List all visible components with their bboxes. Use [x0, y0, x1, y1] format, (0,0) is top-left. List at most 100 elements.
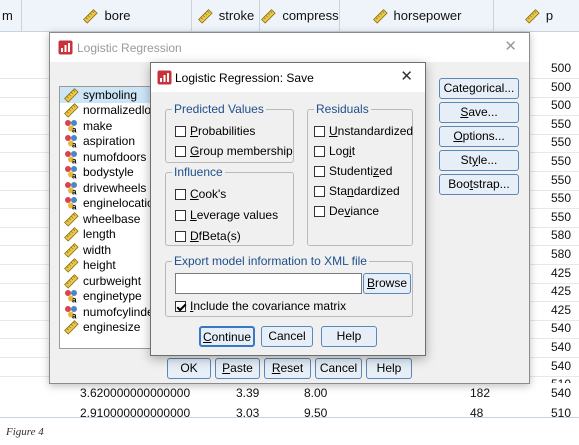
cell-bore[interactable]: 3.620000000000000 [80, 386, 190, 400]
reset-button[interactable]: Reset [264, 358, 311, 379]
predicted-values-label: Predicted Values [172, 102, 266, 116]
leverage-values-checkbox[interactable]: Leverage values [175, 208, 278, 222]
predicted-values-group: Predicted Values Probabilities Group mem… [165, 102, 294, 163]
checkbox-box[interactable] [175, 125, 186, 137]
variable-item[interactable]: height [60, 258, 161, 274]
save-help-button[interactable]: Help [321, 326, 377, 347]
nominal-measure-icon: a [63, 181, 79, 195]
checkbox-box[interactable] [175, 188, 186, 200]
variable-item[interactable]: length [60, 227, 161, 243]
save-button[interactable]: Save... [439, 102, 519, 123]
include-covariance-checkbox[interactable]: Include the covariance matrix [175, 299, 346, 313]
standardized-checkbox[interactable]: Standardized [314, 184, 400, 198]
logit-checkbox[interactable]: Logit [314, 144, 355, 158]
checkbox-box[interactable] [314, 165, 325, 177]
grid-header-horsepower[interactable]: horsepower [340, 0, 494, 32]
variable-item[interactable]: a enginetype [60, 289, 161, 305]
cell-p[interactable]: 540 [551, 340, 571, 354]
variable-item[interactable]: a enginelocatio [60, 196, 161, 212]
table-row[interactable]: 3.620000000000000 3.39 8.00 182 540 [0, 383, 579, 404]
cell-p[interactable]: 540 [551, 321, 571, 335]
checkbox-box[interactable] [314, 185, 325, 197]
continue-button[interactable]: Continue [199, 326, 255, 347]
variable-item[interactable]: curbweight [60, 273, 161, 289]
cell-stroke[interactable]: 3.03 [236, 406, 259, 417]
cell-p[interactable]: 500 [551, 98, 571, 112]
variable-item[interactable]: enginesize [60, 320, 161, 336]
checkbox-box[interactable] [175, 209, 186, 221]
xml-file-input[interactable] [175, 273, 362, 294]
cooks-checkbox[interactable]: Cook's [175, 187, 226, 201]
variable-item[interactable]: symboling [60, 87, 161, 103]
variable-item[interactable]: wheelbase [60, 211, 161, 227]
cell-p[interactable]: 425 [551, 303, 571, 317]
variable-item[interactable]: a numofdoors [60, 149, 161, 165]
ruler-icon [260, 8, 276, 24]
variable-item[interactable]: a bodystyle [60, 165, 161, 181]
cell-p[interactable]: 500 [551, 80, 571, 94]
close-icon[interactable]: ✕ [400, 69, 413, 84]
checkbox-box[interactable] [314, 205, 325, 217]
cell-p[interactable]: 550 [551, 117, 571, 131]
deviance-checkbox[interactable]: Deviance [314, 204, 379, 218]
categorical-button[interactable]: Categorical... [439, 78, 519, 99]
nominal-measure-icon: a [63, 196, 79, 210]
cell-p[interactable]: 425 [551, 266, 571, 280]
group-membership-checkbox[interactable]: Group membership [175, 144, 293, 158]
cell-p[interactable]: 500 [551, 61, 571, 75]
cancel-button[interactable]: Cancel [315, 358, 362, 379]
table-row[interactable]: 2.910000000000000 3.03 9.50 48 510 [0, 403, 579, 417]
cell-p[interactable]: 540 [551, 359, 571, 373]
dfbeta-checkbox[interactable]: DfBeta(s) [175, 229, 241, 243]
browse-button[interactable]: Browse [363, 273, 411, 294]
grid-header-m[interactable]: m [0, 0, 22, 32]
cell-bore[interactable]: 2.910000000000000 [80, 406, 190, 417]
cell-stroke[interactable]: 3.39 [236, 386, 259, 400]
variable-item[interactable]: a numofcylinde [60, 304, 161, 320]
cell-p[interactable]: 510 [551, 406, 571, 417]
probabilities-checkbox[interactable]: Probabilities [175, 124, 255, 138]
checkbox-box[interactable] [175, 300, 186, 312]
save-cancel-button[interactable]: Cancel [261, 326, 313, 347]
cell-p[interactable]: 550 [551, 191, 571, 205]
cell-p[interactable]: 550 [551, 154, 571, 168]
checkbox-box[interactable] [314, 125, 325, 137]
influence-group: Influence Cook's Leverage values DfBeta(… [165, 165, 294, 246]
variable-item[interactable]: width [60, 242, 161, 258]
cell-compress[interactable]: 8.00 [304, 386, 327, 400]
cell-p[interactable]: 580 [551, 228, 571, 242]
cell-compress[interactable]: 9.50 [304, 406, 327, 417]
studentized-checkbox[interactable]: Studentized [314, 164, 392, 178]
grid-header-bore[interactable]: bore [22, 0, 192, 32]
checkbox-box[interactable] [175, 230, 186, 242]
ok-button[interactable]: OK [167, 358, 211, 379]
options-button[interactable]: Options... [439, 126, 519, 147]
grid-header-compress[interactable]: compress [260, 0, 340, 32]
help-button[interactable]: Help [366, 358, 412, 379]
close-icon[interactable]: ✕ [504, 39, 517, 54]
variable-item[interactable]: a aspiration [60, 134, 161, 150]
grid-header-stroke[interactable]: stroke [192, 0, 260, 32]
grid-header-p[interactable]: p [494, 0, 579, 32]
checkbox-box[interactable] [175, 145, 186, 157]
cell-horsepower[interactable]: 48 [470, 406, 483, 417]
checkbox-box[interactable] [314, 145, 325, 157]
cell-p[interactable]: 540 [551, 386, 571, 400]
spss-app-icon [157, 70, 172, 85]
cell-horsepower[interactable]: 182 [470, 386, 490, 400]
cell-p[interactable]: 550 [551, 210, 571, 224]
variable-list[interactable]: symboling normalizedlos a make a aspiration a n… [59, 86, 162, 349]
style-button[interactable]: Style... [439, 150, 519, 171]
variable-item[interactable]: a drivewheels [60, 180, 161, 196]
cell-p[interactable]: 580 [551, 247, 571, 261]
variable-item[interactable]: a make [60, 118, 161, 134]
paste-button[interactable]: Paste [215, 358, 260, 379]
bootstrap-button[interactable]: Bootstrap... [439, 174, 519, 195]
unstandardized-checkbox[interactable]: Unstandardized [314, 124, 413, 138]
cell-p[interactable]: 550 [551, 135, 571, 149]
variable-item[interactable]: normalizedlos [60, 103, 161, 119]
cell-p[interactable]: 550 [551, 173, 571, 187]
nominal-measure-icon: a [63, 165, 79, 179]
save-dialog-title-bar: Logistic Regression: Save ✕ [151, 63, 425, 92]
cell-p[interactable]: 425 [551, 284, 571, 298]
